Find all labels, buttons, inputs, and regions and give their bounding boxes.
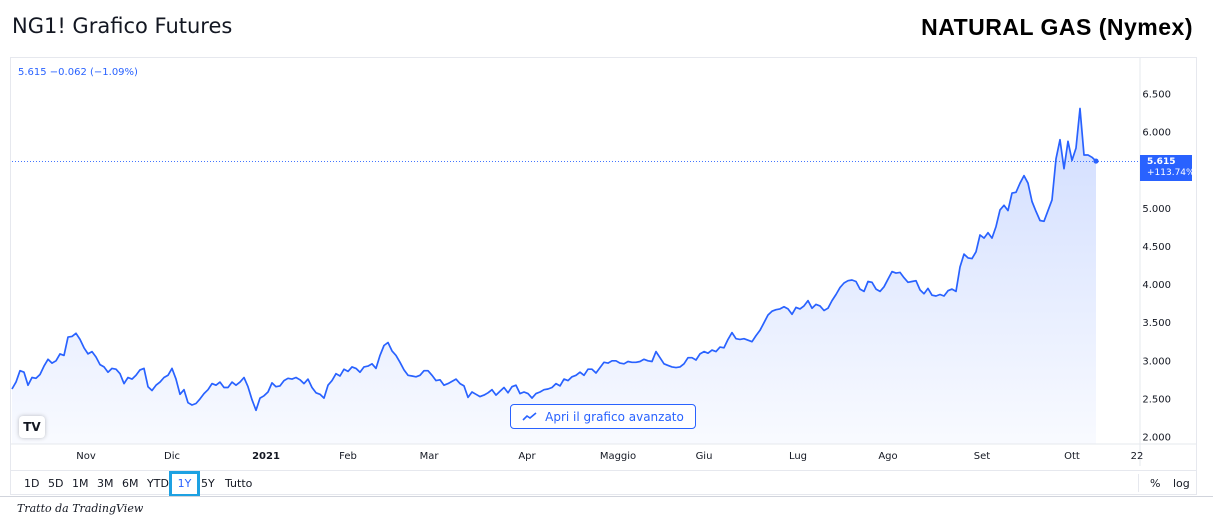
range-button-tutto[interactable]: Tutto — [225, 476, 252, 492]
range-button-5y[interactable]: 5Y — [201, 476, 215, 492]
x-tick-label: Ott — [1064, 451, 1080, 462]
x-tick-label: Giu — [696, 451, 713, 462]
x-tick-label: 22 — [1131, 451, 1144, 462]
last-price-value: 5.615 — [1147, 157, 1176, 168]
range-button-5d[interactable]: 5D — [48, 476, 63, 492]
y-tick-label: 5.000 — [1142, 204, 1171, 215]
x-tick-label: Lug — [789, 451, 807, 462]
x-tick-label: Dic — [164, 451, 180, 462]
footer-divider — [0, 496, 1213, 497]
y-tick-label: 2.000 — [1142, 433, 1171, 444]
y-tick-label: 3.500 — [1142, 318, 1171, 329]
range-button-1m[interactable]: 1M — [72, 476, 89, 492]
percent-scale-button[interactable]: % — [1150, 476, 1160, 492]
last-price-change: +113.74% — [1147, 168, 1195, 179]
range-button-6m[interactable]: 6M — [122, 476, 139, 492]
range-button-ytd[interactable]: YTD — [147, 476, 169, 492]
x-tick-label: Mar — [420, 451, 440, 462]
range-button-1y[interactable]: 1Y — [169, 471, 200, 497]
last-point-marker — [1093, 158, 1099, 164]
series-area-fill — [12, 108, 1096, 444]
price-chart[interactable]: 2.0002.5003.0003.5004.0004.5005.0005.500… — [0, 0, 1213, 521]
y-tick-label: 6.000 — [1142, 128, 1171, 139]
tradingview-logo[interactable]: TV — [19, 416, 45, 438]
x-tick-label: Set — [974, 451, 991, 462]
y-tick-label: 4.500 — [1142, 242, 1171, 253]
x-tick-label: 2021 — [252, 451, 280, 462]
open-advanced-chart-button[interactable]: Apri il grafico avanzato — [510, 404, 696, 429]
y-tick-label: 4.000 — [1142, 280, 1171, 291]
y-tick-label: 2.500 — [1142, 394, 1171, 405]
x-tick-label: Feb — [339, 451, 357, 462]
range-button-1d[interactable]: 1D — [24, 476, 39, 492]
range-button-3m[interactable]: 3M — [97, 476, 114, 492]
x-tick-label: Ago — [878, 451, 897, 462]
x-tick-label: Nov — [76, 451, 96, 462]
trend-line-icon — [522, 411, 537, 421]
toolbar-separator — [1138, 474, 1139, 492]
x-tick-label: Maggio — [600, 451, 636, 462]
x-tick-label: Apr — [518, 451, 536, 462]
footer-credit: Tratto da TradingView — [17, 502, 144, 515]
log-scale-button[interactable]: log — [1173, 476, 1190, 492]
last-price-tag: 5.615 +113.74% — [1140, 155, 1195, 182]
open-advanced-chart-label: Apri il grafico avanzato — [545, 409, 684, 424]
y-tick-label: 3.000 — [1142, 356, 1171, 367]
y-tick-label: 6.500 — [1142, 90, 1171, 101]
price-quote: 5.615 −0.062 (−1.09%) — [18, 67, 138, 78]
